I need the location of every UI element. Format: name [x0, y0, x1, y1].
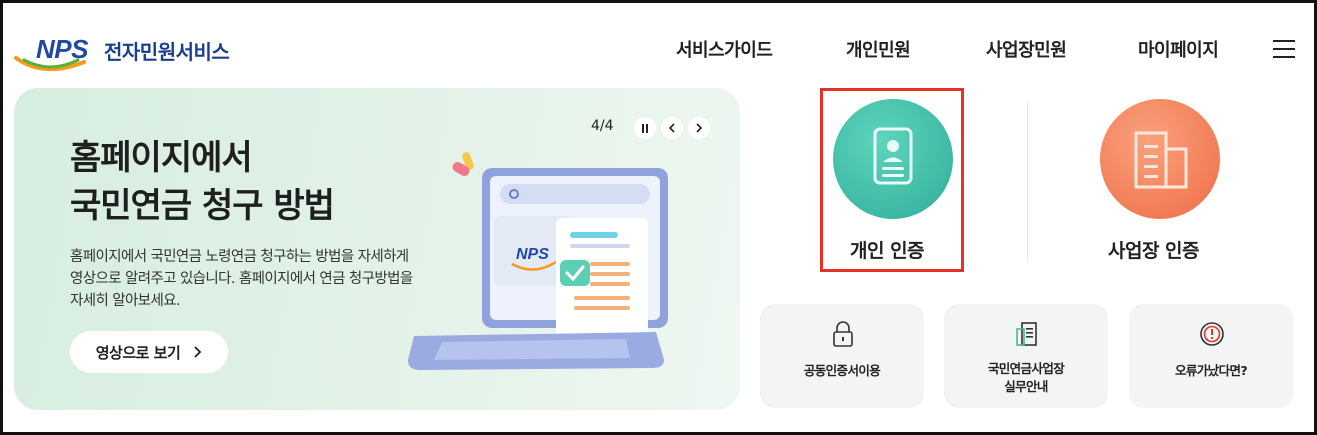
watch-video-button[interactable]: 영상으로 보기	[70, 331, 228, 373]
banner-title-line1: 홈페이지에서	[70, 138, 253, 178]
slide-indicator: 4/4	[591, 118, 614, 134]
nav-mypage[interactable]: 마이페이지	[1138, 36, 1219, 62]
service-name: 전자민원서비스	[104, 40, 230, 64]
promo-banner: 홈페이지에서 국민연금 청구 방법 홈페이지에서 국민연금 노령연금 청구하는 …	[14, 88, 740, 410]
nav-business[interactable]: 사업장민원	[986, 36, 1067, 62]
personal-auth-label[interactable]: 개인 인증	[850, 236, 925, 263]
document-icon	[1016, 322, 1037, 346]
chevron-left-icon	[668, 123, 675, 133]
building-icon	[1134, 131, 1188, 189]
nps-logo[interactable]: NPS 전자민원서비스	[14, 32, 244, 76]
quick-card-business-guide-label: 국민연금사업장 실무안내	[987, 361, 1065, 394]
pause-icon	[642, 123, 648, 133]
banner-description: 홈페이지에서 국민연금 노령연금 청구하는 방법을 자세하게 영상으로 알려주고…	[70, 249, 413, 309]
nav-service-guide[interactable]: 서비스가이드	[676, 36, 773, 62]
quick-card-error[interactable]: 오류가났다면?	[1129, 304, 1293, 408]
illustration-logo: NPS	[516, 246, 549, 263]
alert-icon	[1200, 322, 1224, 346]
lock-icon	[833, 321, 853, 347]
business-auth-button[interactable]	[1100, 99, 1220, 219]
nav-personal[interactable]: 개인민원	[846, 36, 911, 62]
business-auth-label[interactable]: 사업장 인증	[1108, 236, 1200, 263]
laptop-illustration: NPS	[408, 152, 668, 370]
id-card-icon	[873, 127, 913, 185]
auth-divider	[1027, 102, 1028, 262]
next-slide-button[interactable]	[688, 117, 710, 139]
prev-slide-button[interactable]	[661, 117, 683, 139]
banner-title: 홈페이지에서 국민연금 청구 방법	[70, 134, 430, 230]
chevron-right-small-icon	[696, 123, 703, 133]
quick-card-business-guide[interactable]: 국민연금사업장 실무안내	[944, 304, 1108, 408]
watch-video-label: 영상으로 보기	[95, 343, 181, 362]
pause-button[interactable]	[634, 117, 656, 139]
menu-icon[interactable]	[1273, 40, 1295, 58]
logo-swoosh-icon	[14, 56, 86, 72]
quick-card-error-label: 오류가났다면?	[1174, 363, 1248, 378]
quick-card-certificate[interactable]: 공동인증서이용	[760, 304, 924, 408]
chevron-right-icon	[194, 346, 202, 358]
banner-title-line2: 국민연금 청구 방법	[70, 186, 335, 226]
personal-auth-button[interactable]	[833, 99, 953, 219]
quick-card-certificate-label: 공동인증서이용	[803, 363, 881, 378]
